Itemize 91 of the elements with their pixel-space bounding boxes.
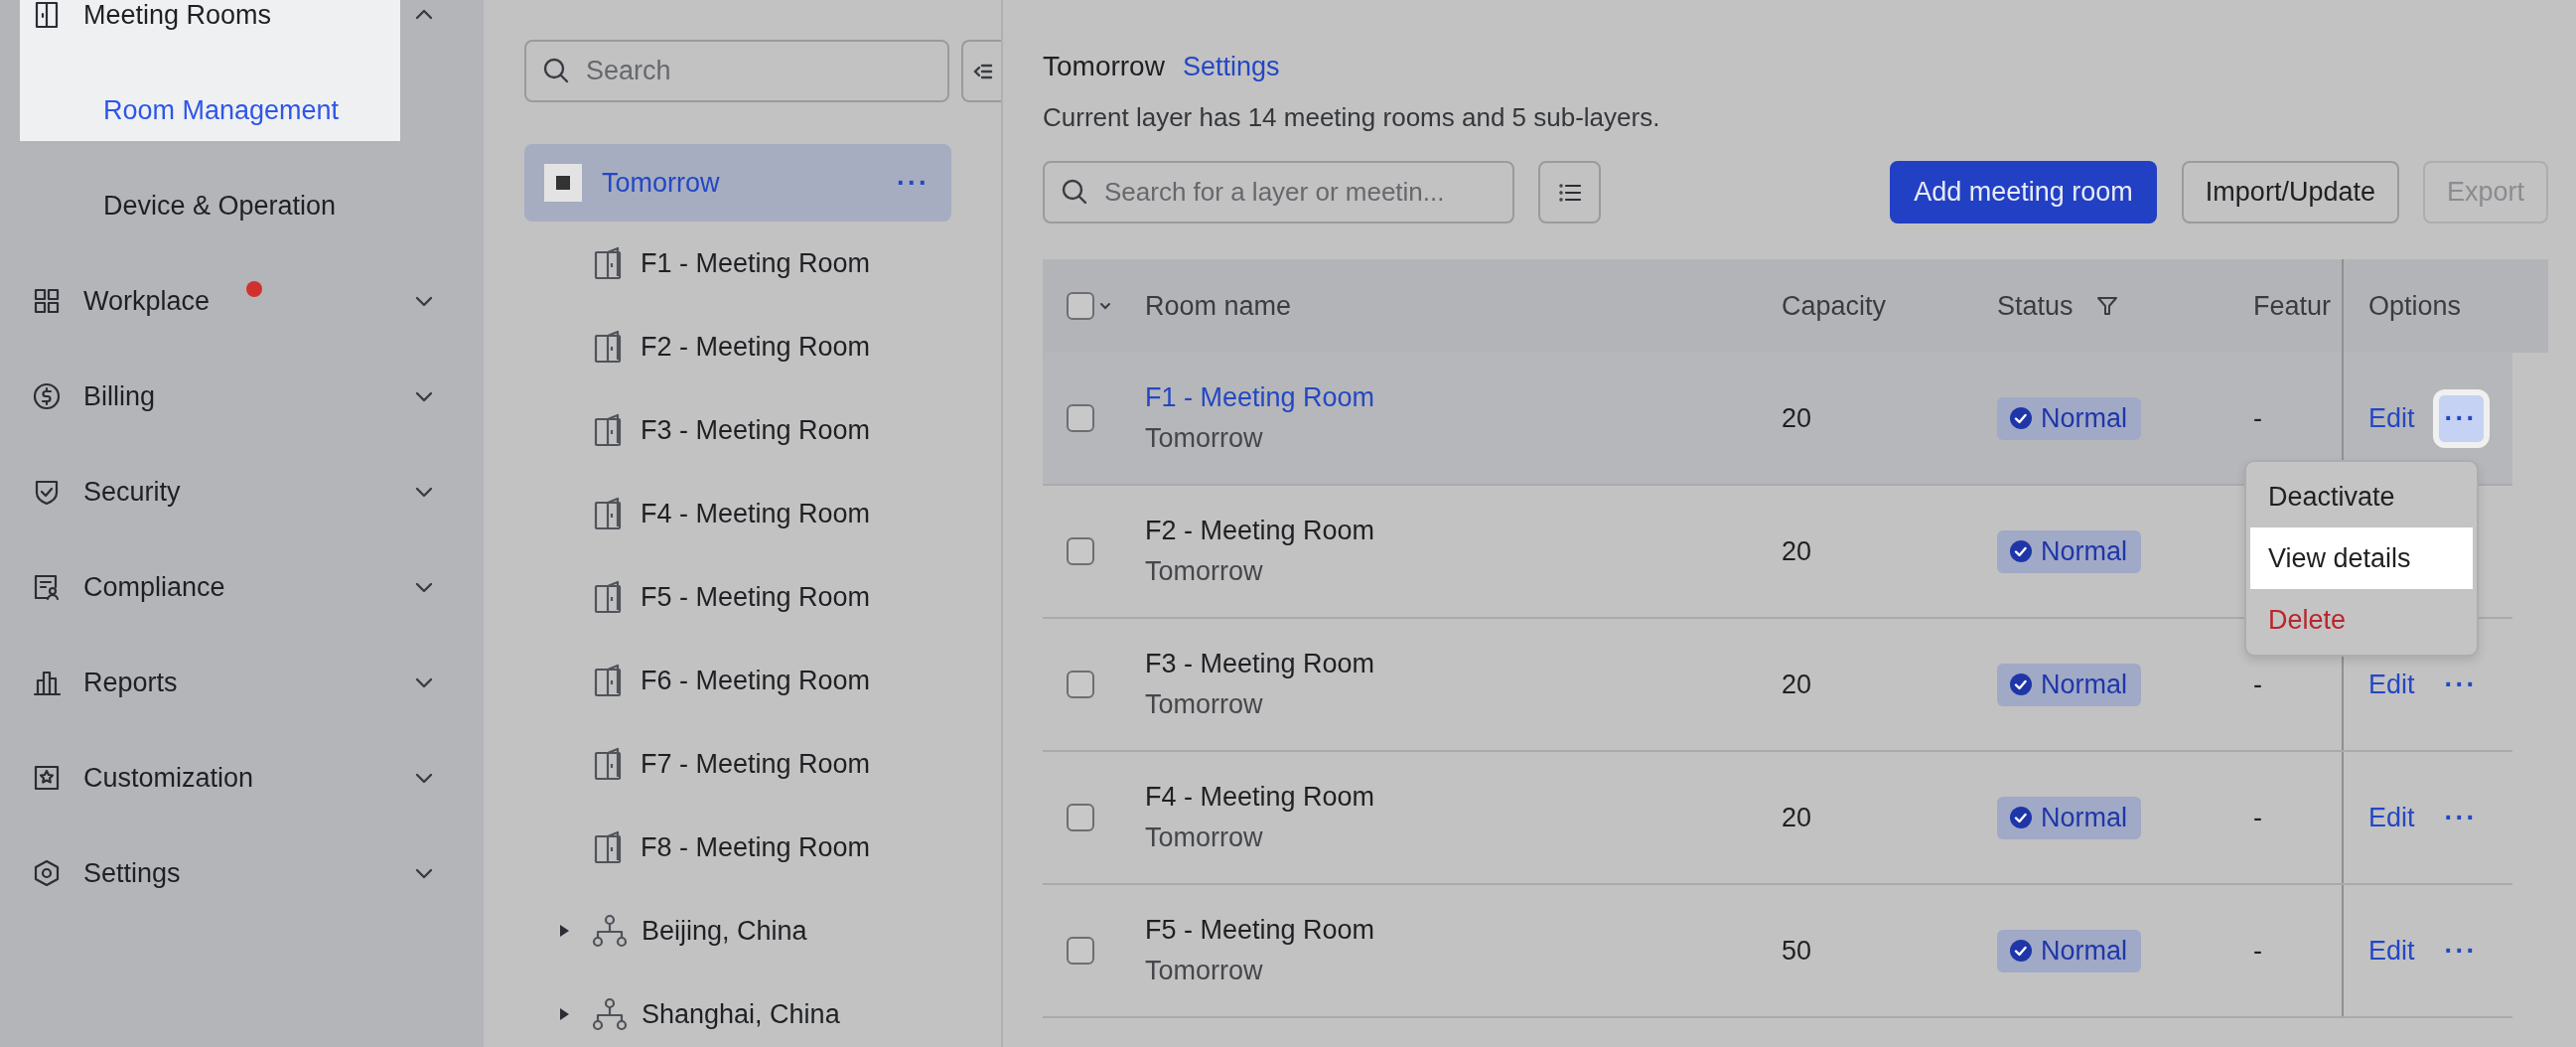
capacity-cell-text: 20 <box>1782 401 1813 435</box>
sidebar-icon <box>32 286 62 316</box>
sidebar-item[interactable]: Meeting Rooms <box>20 0 400 63</box>
status-badge: Normal <box>1997 796 2141 839</box>
sidebar-item[interactable]: Customization <box>20 730 400 825</box>
door-icon <box>593 497 623 530</box>
room-layer: Tomorrow <box>1145 423 1263 454</box>
select-all-checkbox[interactable] <box>1067 292 1094 320</box>
row-checkbox[interactable] <box>1067 537 1094 565</box>
tree-item[interactable]: Shanghai, China <box>524 972 1001 1047</box>
edit-link[interactable]: Edit <box>2368 669 2415 700</box>
room-layer: Tomorrow <box>1145 823 1263 853</box>
room-name[interactable]: F1 - Meeting Room <box>1145 382 1375 413</box>
feature-cell: - <box>2253 402 2262 434</box>
qr-code-thumbnail <box>544 164 582 202</box>
tree-item[interactable]: F2 - Meeting Room <box>524 305 1001 388</box>
room-name[interactable]: F2 - Meeting Room <box>1145 516 1375 546</box>
room-name[interactable]: F4 - Meeting Room <box>1145 782 1375 813</box>
action-button[interactable]: Import/Update <box>2181 161 2399 224</box>
door-icon <box>593 830 623 864</box>
status-badge: Normal <box>1997 929 2141 972</box>
sidebar-subitem[interactable]: Room Management <box>20 63 400 141</box>
row-checkbox[interactable] <box>1067 671 1094 698</box>
sidebar-icon <box>32 763 62 793</box>
edit-link[interactable]: Edit <box>2368 802 2415 833</box>
edit-link[interactable]: Edit <box>2368 935 2415 967</box>
door-icon <box>593 413 623 447</box>
row-checkbox[interactable] <box>1067 937 1094 965</box>
sidebar-icon <box>32 381 62 411</box>
capacity-cell-text: 50 <box>1782 934 1813 968</box>
status-badge: Normal <box>1997 663 2141 706</box>
menu-item[interactable]: View details <box>2250 527 2473 589</box>
row-checkbox[interactable] <box>1067 804 1094 831</box>
more-button[interactable]: ··· <box>2438 927 2484 974</box>
status-badge: Normal <box>1997 396 2141 440</box>
tree-item[interactable]: F4 - Meeting Room <box>524 472 1001 555</box>
tree-item[interactable]: F3 - Meeting Room <box>524 388 1001 472</box>
more-button[interactable]: ··· <box>2438 794 2484 841</box>
summary-text: Current layer has 14 meeting rooms and 5 sub-layers. <box>1043 102 1661 133</box>
feature-cell: - <box>2253 802 2262 833</box>
column-header: Status <box>1997 290 2074 322</box>
settings-link[interactable]: Settings <box>1182 52 1280 82</box>
hierarchy-icon <box>592 914 628 948</box>
sidebar-item[interactable]: Billing <box>20 349 400 444</box>
tree-item[interactable]: Beijing, China <box>524 889 1001 972</box>
sidebar-item[interactable]: Security <box>20 444 400 539</box>
more-button[interactable]: ··· <box>2438 661 2484 708</box>
room-layer: Tomorrow <box>1145 956 1263 986</box>
sidebar-item[interactable]: Settings <box>20 825 400 921</box>
column-header: Room name <box>1145 289 1293 323</box>
feature-cell: - <box>2253 669 2262 700</box>
sidebar-item[interactable]: Workplace <box>20 253 400 349</box>
table-row[interactable]: F5 - Meeting Room Tomorrow 50 Normal - Edit ··· <box>1043 885 2512 1018</box>
sidebar-icon <box>32 858 62 888</box>
edit-link[interactable]: Edit <box>2368 402 2415 434</box>
table-row[interactable]: F4 - Meeting Room Tomorrow 20 Normal - Edit ··· <box>1043 752 2512 885</box>
room-name[interactable]: F5 - Meeting Room <box>1145 915 1375 946</box>
column-header: Capacity <box>1782 289 1888 323</box>
room-layer: Tomorrow <box>1145 556 1263 587</box>
tree-item[interactable]: F7 - Meeting Room <box>524 722 1001 806</box>
room-layer: Tomorrow <box>1145 689 1263 720</box>
search-icon <box>542 57 570 84</box>
sidebar-icon <box>32 572 62 602</box>
caret-icon[interactable] <box>558 923 570 939</box>
tree-item[interactable]: F5 - Meeting Room <box>524 555 1001 639</box>
capacity-cell-text: 20 <box>1782 801 1813 834</box>
action-button[interactable]: Add meeting room <box>1890 161 2157 224</box>
search-field[interactable]: Search <box>524 40 950 102</box>
sidebar-subitem[interactable]: Device & Operation <box>20 158 400 253</box>
door-icon <box>593 580 623 614</box>
door-icon <box>593 246 623 280</box>
search-icon <box>1061 178 1088 206</box>
filter-icon[interactable] <box>2094 294 2119 318</box>
row-checkbox[interactable] <box>1067 404 1094 432</box>
feature-cell: - <box>2253 935 2262 967</box>
tree-item[interactable]: F8 - Meeting Room <box>524 806 1001 889</box>
hierarchy-icon <box>592 997 628 1031</box>
status-badge: Normal <box>1997 529 2141 573</box>
capacity-cell-text: 20 <box>1782 668 1813 701</box>
page-title: Tomorrow <box>1043 51 1165 82</box>
door-icon <box>593 664 623 697</box>
door-icon <box>593 747 623 781</box>
sidebar-item[interactable]: Compliance <box>20 539 400 635</box>
column-header: Featur <box>2253 290 2332 322</box>
door-icon <box>593 330 623 364</box>
tree-item[interactable]: F6 - Meeting Room <box>524 639 1001 722</box>
capacity-cell-text: 20 <box>1782 534 1813 568</box>
tree-item[interactable]: F1 - Meeting Room <box>524 222 1001 305</box>
caret-icon[interactable] <box>558 1006 570 1022</box>
sidebar-item[interactable]: Reports <box>20 635 400 730</box>
search-field[interactable]: Search for a layer or meetin... <box>1043 161 1514 224</box>
